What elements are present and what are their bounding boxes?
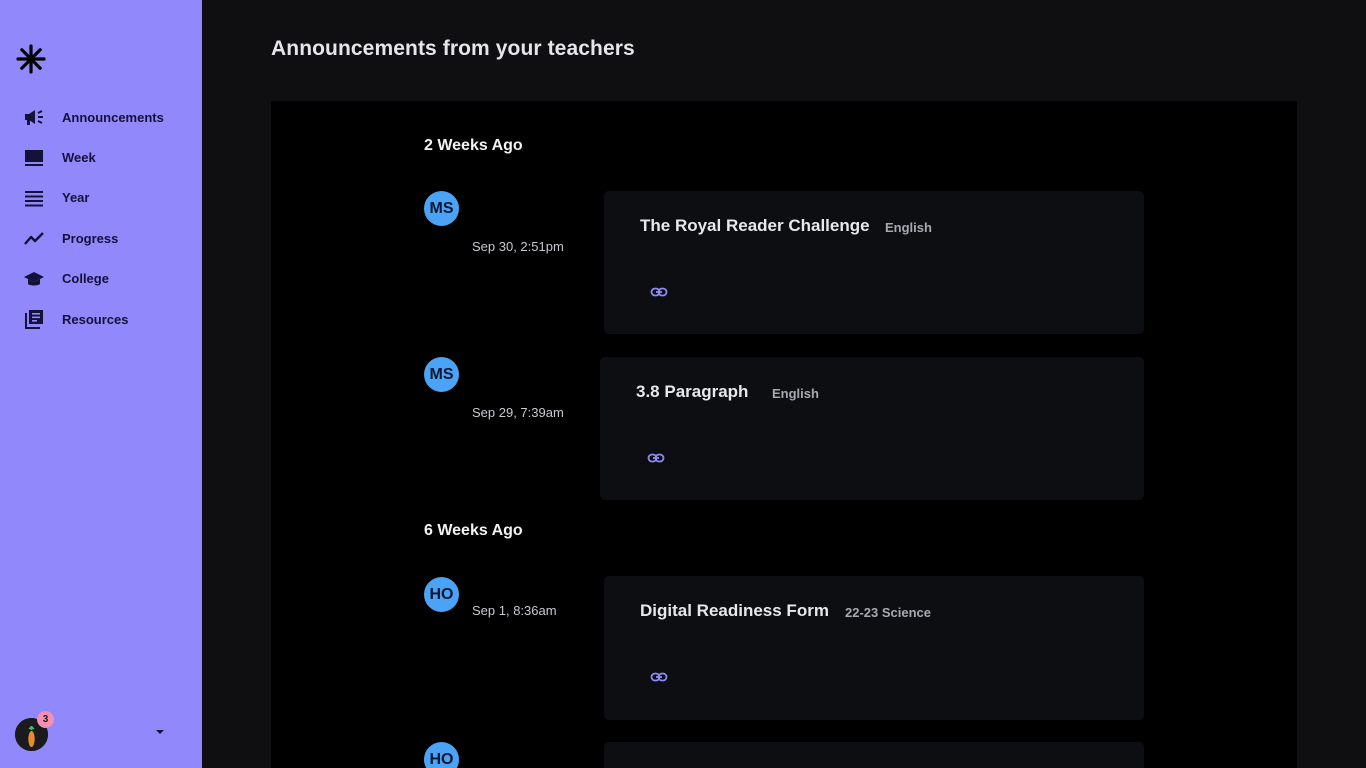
sidebar-item-year[interactable]: Year <box>0 178 202 218</box>
sidebar-item-label: Year <box>62 190 90 206</box>
class-tag: English <box>772 386 819 401</box>
teacher-name <box>472 199 542 211</box>
user-menu[interactable]: 3 <box>15 711 190 752</box>
sidebar-nav: Announcements Week Year Progress College… <box>0 97 202 339</box>
announcement-title: The Royal Reader Challenge <box>640 216 870 235</box>
group-heading: 6 Weeks Ago <box>424 522 523 539</box>
announcement-card[interactable]: The Royal Reader Challenge English <box>604 191 1144 334</box>
megaphone-icon <box>24 107 44 127</box>
teacher-avatar: MS <box>424 357 459 392</box>
sidebar-item-label: Week <box>62 150 96 166</box>
week-icon <box>24 148 44 168</box>
link-icon[interactable] <box>650 283 668 301</box>
group-heading: 2 Weeks Ago <box>424 137 523 154</box>
announcement-card[interactable]: 3.8 Paragraph English <box>600 357 1144 500</box>
sidebar-item-progress[interactable]: Progress <box>0 218 202 258</box>
class-tag: 22-23 Science <box>845 605 932 620</box>
list-icon <box>24 188 44 208</box>
notification-badge: 3 <box>37 711 54 728</box>
announcement-title: Digital Readiness Form <box>640 601 829 620</box>
teacher-avatar: HO <box>424 577 459 612</box>
teacher-name <box>472 585 542 597</box>
sidebar-item-label: Resources <box>62 311 129 327</box>
announcements-feed: 2 Weeks Ago MS Sep 30, 2:51pm The Royal … <box>271 101 1297 768</box>
user-name <box>61 726 151 740</box>
graduation-cap-icon <box>24 269 44 289</box>
post-time: Sep 1, 8:36am <box>472 603 557 618</box>
teacher-name <box>472 365 542 377</box>
link-icon[interactable] <box>650 668 668 686</box>
sidebar-item-announcements[interactable]: Announcements <box>0 97 202 137</box>
sidebar-item-week[interactable]: Week <box>0 137 202 177</box>
post-time: Sep 30, 2:51pm <box>472 239 564 254</box>
asterisk-logo-icon[interactable] <box>16 44 46 74</box>
sidebar-item-college[interactable]: College <box>0 259 202 299</box>
sidebar-item-resources[interactable]: Resources <box>0 299 202 339</box>
post-time: Sep 29, 7:39am <box>472 405 564 420</box>
teacher-avatar: MS <box>424 191 459 226</box>
page-title: Announcements from your teachers <box>271 37 635 60</box>
class-tag: English <box>885 220 932 235</box>
sidebar-item-label: College <box>62 271 109 287</box>
link-icon[interactable] <box>647 449 665 467</box>
chevron-down-icon[interactable] <box>156 730 164 734</box>
announcement-card[interactable]: Digital Readiness Form 22-23 Science <box>604 576 1144 720</box>
sidebar-item-label: Announcements <box>62 109 164 125</box>
announcement-card[interactable] <box>604 742 1144 768</box>
library-icon <box>24 309 44 330</box>
sidebar-item-label: Progress <box>62 230 119 246</box>
announcement-title: 3.8 Paragraph <box>636 382 749 401</box>
trend-icon <box>24 228 44 248</box>
teacher-avatar: HO <box>424 742 459 768</box>
sidebar: Announcements Week Year Progress College… <box>0 0 202 768</box>
